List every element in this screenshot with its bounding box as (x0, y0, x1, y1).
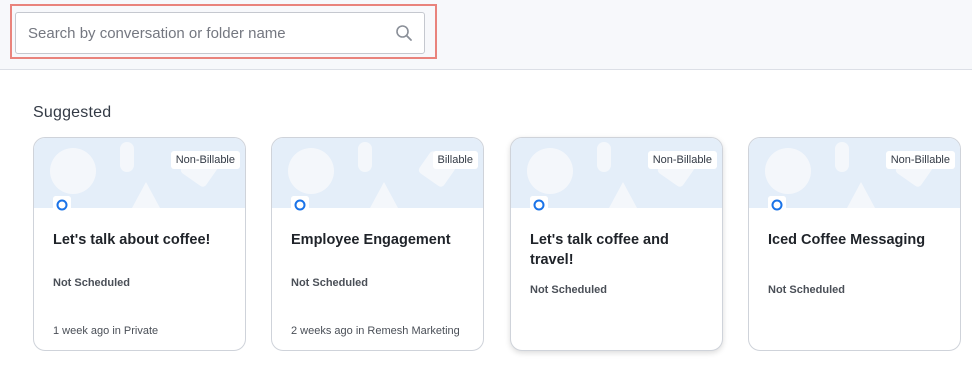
conversation-card[interactable]: Non-Billable Iced Coffee Messaging Not S… (748, 137, 961, 351)
billing-badge: Billable (432, 151, 478, 169)
circle-icon (530, 196, 548, 214)
card-meta: 2 weeks ago in Remesh Marketing (291, 325, 460, 337)
search-input[interactable] (28, 13, 388, 53)
circle-icon (53, 196, 71, 214)
conversation-card[interactable]: Billable Employee Engagement Not Schedul… (271, 137, 484, 351)
card-status: Not Scheduled (291, 277, 369, 289)
card-title: Let's talk coffee and travel! (530, 232, 669, 268)
conversation-card[interactable]: Non-Billable Let's talk coffee and trave… (510, 137, 723, 351)
top-bar (0, 0, 972, 70)
card-title: Iced Coffee Messaging (768, 232, 926, 248)
search-icon[interactable] (395, 24, 413, 42)
search-box[interactable] (15, 12, 425, 54)
conversation-card[interactable]: Non-Billable Let's talk about coffee! No… (33, 137, 246, 351)
circle-icon (768, 196, 786, 214)
card-status: Not Scheduled (530, 284, 608, 296)
card-meta: 1 week ago in Private (53, 325, 159, 337)
card-title: Employee Engagement (291, 232, 451, 248)
section-title: Suggested (33, 104, 112, 121)
billing-badge: Non-Billable (647, 151, 717, 169)
card-status: Not Scheduled (768, 284, 846, 296)
circle-icon (291, 196, 309, 214)
billing-badge: Non-Billable (170, 151, 240, 169)
billing-badge: Non-Billable (885, 151, 955, 169)
card-title: Let's talk about coffee! (53, 232, 211, 248)
card-status: Not Scheduled (53, 277, 131, 289)
